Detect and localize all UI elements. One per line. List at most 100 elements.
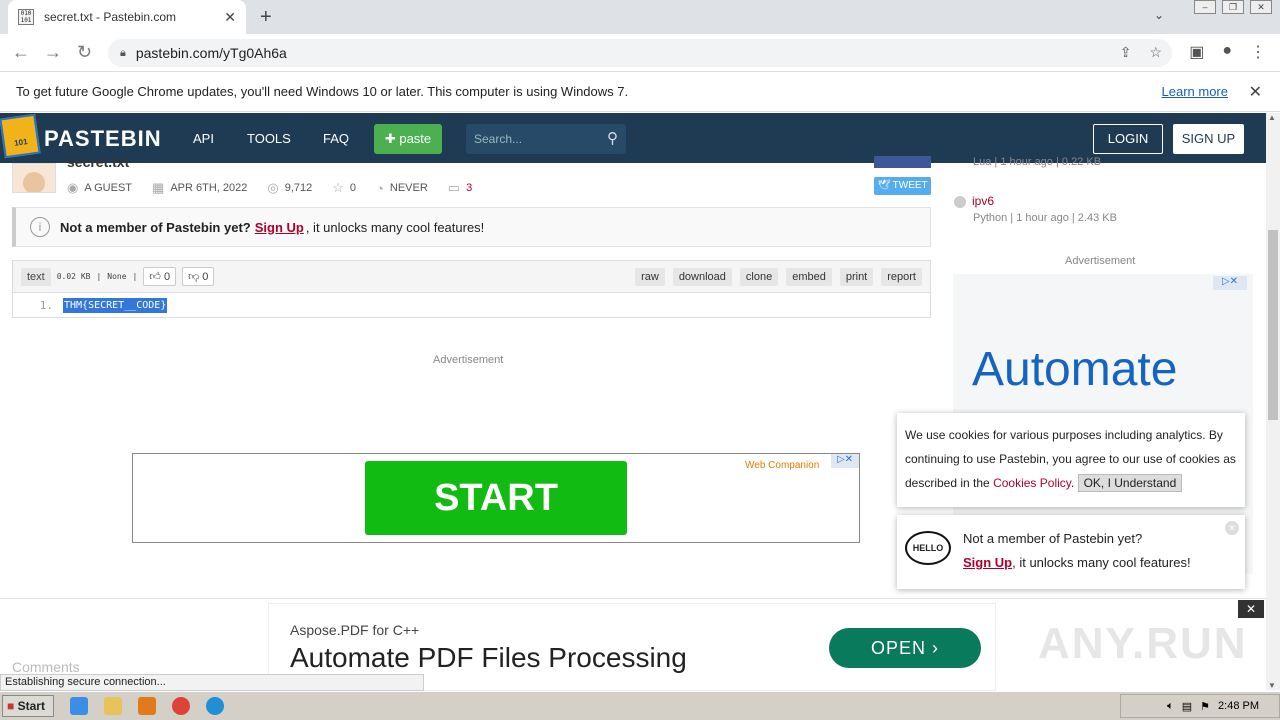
address-bar[interactable]: 🔒︎ pastebin.com/yTg0Ah6a ⇪ ☆ xyxy=(108,39,1172,67)
tweet-button[interactable]: 🕊︎ TWEET xyxy=(874,177,931,195)
profile-avatar-icon[interactable]: ● xyxy=(1222,42,1232,62)
pastebin-logo-icon[interactable]: 101 xyxy=(0,113,41,159)
calendar-icon: ▦ xyxy=(152,180,165,195)
back-arrow-icon[interactable]: ← xyxy=(12,42,30,63)
avatar xyxy=(12,163,56,193)
cookie-policy-link[interactable]: Cookies Policy xyxy=(993,476,1071,490)
clone-button[interactable]: clone xyxy=(739,268,779,286)
cookie-banner: We use cookies for various purposes incl… xyxy=(897,413,1245,507)
minimize-button[interactable]: – xyxy=(1194,0,1216,14)
report-button[interactable]: report xyxy=(881,268,922,286)
print-button[interactable]: print xyxy=(839,268,874,286)
paste-category: None xyxy=(107,272,127,281)
thumbs-up-icon: 👍︎ xyxy=(149,271,164,283)
hello-bubble-icon: HELLO xyxy=(905,531,951,565)
start-button[interactable]: ■ Start xyxy=(2,695,54,717)
scroll-up-icon[interactable]: ▲ xyxy=(1268,113,1276,122)
search-icon[interactable]: ⚲ xyxy=(607,124,618,154)
ad-choices-icon[interactable]: ▷✕ xyxy=(1213,276,1247,290)
side-ad-label: Advertisement xyxy=(1065,255,1136,267)
flag-icon[interactable]: ⚑ xyxy=(1200,700,1210,713)
status-bar: Establishing secure connection... xyxy=(0,674,424,691)
chrome-icon[interactable] xyxy=(172,697,190,715)
popup-signup-link[interactable]: Sign Up xyxy=(963,555,1012,570)
infobar-close-icon[interactable]: ✕ xyxy=(1249,82,1262,102)
media-player-icon[interactable] xyxy=(138,697,156,715)
learn-more-link[interactable]: Learn more xyxy=(1162,84,1228,99)
paste-views: 9,712 xyxy=(284,182,313,194)
tab-title: secret.txt - Pastebin.com xyxy=(44,10,177,24)
ad-brand: Web Companion xyxy=(745,460,820,471)
site-logo[interactable]: PASTEBIN xyxy=(44,126,162,152)
twitter-bird-icon: 🕊︎ xyxy=(877,180,893,191)
speaker-icon[interactable]: 🔈︎ xyxy=(1167,700,1174,713)
browser-tab[interactable]: 010 101 secret.txt - Pastebin.com ✕ xyxy=(8,0,246,34)
page-title: secret.txt xyxy=(67,154,130,170)
chevron-right-icon: › xyxy=(932,638,940,658)
star-icon: ☆ xyxy=(332,180,344,195)
tab-close-icon[interactable]: ✕ xyxy=(224,9,236,26)
ad-banner[interactable]: START Web Companion ▷✕ xyxy=(132,453,860,543)
forward-arrow-icon[interactable]: → xyxy=(44,42,62,63)
ad-label: Advertisement xyxy=(433,354,504,366)
new-paste-button[interactable]: ✚ paste xyxy=(374,124,442,154)
signup-popup: HELLO Not a member of Pastebin yet? Sign… xyxy=(897,515,1245,589)
pastebin-favicon-icon: 010 101 xyxy=(18,9,34,25)
paste-date: APR 6TH, 2022 xyxy=(170,182,248,194)
sticky-ad-open-button[interactable]: OPEN › xyxy=(829,628,981,668)
comment-icon: ▭ xyxy=(447,180,461,195)
bookmark-star-icon[interactable]: ☆ xyxy=(1149,44,1162,61)
edge-icon[interactable] xyxy=(206,697,224,715)
sidebar-item[interactable]: Lua | 1 hour ago | 0.22 KB xyxy=(954,152,1101,168)
clock[interactable]: 2:48 PM xyxy=(1218,700,1259,712)
facebook-share-button[interactable] xyxy=(874,156,931,168)
menu-dots-icon[interactable]: ⋮ xyxy=(1250,42,1266,62)
windows-logo-icon: ■ xyxy=(7,699,15,713)
sticky-ad-close-icon[interactable]: ✕ xyxy=(1238,600,1264,618)
syntax-tag[interactable]: text xyxy=(21,267,51,286)
paste-comments-count[interactable]: 3 xyxy=(466,182,472,194)
popup-close-icon[interactable]: ✕ xyxy=(1225,521,1239,535)
sticky-ad-brand: Aspose.PDF for C++ xyxy=(290,622,420,638)
member-notice: i Not a member of Pastebin yet? Sign Up … xyxy=(12,207,931,247)
new-tab-button[interactable]: + xyxy=(260,6,272,29)
embed-button[interactable]: embed xyxy=(786,268,832,286)
ie-icon[interactable] xyxy=(70,697,88,715)
system-tray: 🔈︎ ▤ ⚑ 2:48 PM xyxy=(1120,694,1280,718)
explorer-icon[interactable] xyxy=(104,697,122,715)
download-button[interactable]: download xyxy=(672,268,732,286)
search-input[interactable]: Search... ⚲ xyxy=(466,124,626,154)
user-icon: ◉ xyxy=(67,180,79,195)
login-button[interactable]: LOGIN xyxy=(1093,124,1163,154)
close-window-button[interactable]: ✕ xyxy=(1250,0,1272,14)
page-scrollbar[interactable]: ▲ ▼ xyxy=(1266,113,1280,690)
side-panel-icon[interactable]: ▣ xyxy=(1189,42,1204,62)
restore-button[interactable]: ❐ xyxy=(1222,0,1244,14)
line-number: 1. xyxy=(39,299,53,312)
tab-search-chevron-icon[interactable]: ⌄ xyxy=(1154,8,1164,22)
scroll-down-icon[interactable]: ▼ xyxy=(1268,681,1276,690)
raw-button[interactable]: raw xyxy=(635,268,665,286)
windows-taskbar: ■ Start 🔈︎ ▤ ⚑ 2:48 PM xyxy=(0,691,1280,720)
dislike-button[interactable]: 👎︎ 0 xyxy=(182,267,215,286)
sidebar-item-name[interactable]: ipv6 xyxy=(972,194,994,208)
nav-api[interactable]: API xyxy=(193,131,214,146)
reload-icon[interactable]: ↻ xyxy=(77,42,92,63)
like-button[interactable]: 👍︎ 0 xyxy=(143,267,177,286)
nav-tools[interactable]: TOOLS xyxy=(247,131,291,146)
sticky-ad-headline: Automate PDF Files Processing xyxy=(290,642,687,673)
code-line[interactable]: 1. THM{SECRET__CODE} xyxy=(13,293,930,318)
nav-faq[interactable]: FAQ xyxy=(323,131,349,146)
ad-choices-icon[interactable]: ▷✕ xyxy=(831,454,859,468)
plus-icon: ✚ xyxy=(384,131,400,146)
share-icon[interactable]: ⇪ xyxy=(1120,44,1132,61)
ad-start-button[interactable]: START xyxy=(365,461,627,535)
code-text[interactable]: THM{SECRET__CODE} xyxy=(63,298,168,313)
cookie-accept-button[interactable]: OK, I Understand xyxy=(1077,474,1183,492)
scrollbar-thumb[interactable] xyxy=(1268,230,1278,420)
update-infobar: To get future Google Chrome updates, you… xyxy=(0,72,1280,112)
network-icon[interactable]: ▤ xyxy=(1182,700,1192,713)
sidebar-item[interactable]: ipv6 Python | 1 hour ago | 2.43 KB xyxy=(954,194,1117,224)
notice-signup-link[interactable]: Sign Up xyxy=(255,220,304,235)
signup-button[interactable]: SIGN UP xyxy=(1173,124,1244,154)
